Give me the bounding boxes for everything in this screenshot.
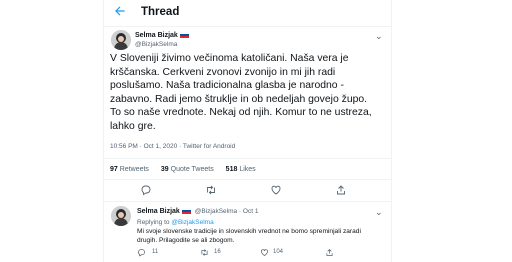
- tweet-stats: 97 Retweets 39 Quote Tweets 518 Likes: [110, 166, 266, 173]
- slovenia-flag-icon: [181, 208, 191, 215]
- retweets-label: Retweets: [119, 166, 149, 173]
- page-title: Thread: [141, 6, 180, 18]
- reply-handle-date[interactable]: @BizjakSelma · Oct 1: [195, 208, 259, 215]
- quotes-stat[interactable]: 39 Quote Tweets: [161, 166, 214, 173]
- retweet-count: 16: [214, 249, 221, 255]
- like-icon[interactable]: [260, 248, 269, 257]
- reply-text: Mi svoje slovenske tradicije in slovensk…: [137, 228, 361, 244]
- replying-to: Replying to @BizjakSelma: [137, 219, 214, 226]
- like-icon[interactable]: [270, 184, 282, 196]
- likes-count: 518: [225, 166, 238, 173]
- quotes-count: 39: [160, 166, 169, 173]
- like-count: 104: [273, 249, 284, 255]
- replying-to-label: Replying to: [137, 219, 170, 226]
- thread-column: Thread Selma Bizjak @BizjakSelma ⌄ V Slo…: [103, 0, 392, 262]
- replying-to-handle[interactable]: @BizjakSelma: [171, 219, 213, 226]
- retweet-icon[interactable]: [205, 184, 217, 196]
- author-name[interactable]: Selma Bizjak: [135, 32, 189, 39]
- share-icon[interactable]: [335, 184, 347, 196]
- divider: [104, 179, 391, 180]
- retweets-count: 97: [110, 166, 118, 173]
- likes-stat[interactable]: 518 Likes: [226, 166, 256, 173]
- share-icon[interactable]: [325, 248, 334, 257]
- likes-label: Likes: [239, 166, 256, 173]
- reply-icon[interactable]: [140, 184, 152, 196]
- divider: [104, 201, 391, 202]
- chevron-down-icon[interactable]: ⌄: [375, 31, 383, 42]
- tweet-text: V Sloveniji živimo večinoma katoličani. …: [110, 53, 372, 132]
- back-arrow-icon[interactable]: [113, 4, 129, 20]
- retweets-stat[interactable]: 97 Retweets: [110, 166, 149, 173]
- author-handle[interactable]: @BizjakSelma: [135, 41, 177, 48]
- avatar[interactable]: [111, 30, 131, 50]
- quotes-label: Quote Tweets: [170, 166, 214, 173]
- author-name-text: Selma Bizjak: [135, 32, 178, 39]
- tweet-meta[interactable]: 10:56 PM · Oct 1, 2020 · Twitter for And…: [110, 143, 235, 150]
- slovenia-flag-icon: [179, 32, 189, 39]
- reply-count: 11: [152, 249, 159, 255]
- chevron-down-icon[interactable]: ⌄: [375, 207, 383, 218]
- divider: [104, 158, 391, 159]
- thread-header: Thread: [104, 0, 391, 27]
- retweet-icon[interactable]: [200, 248, 209, 257]
- avatar[interactable]: [111, 206, 131, 226]
- reply-author-name-text: Selma Bizjak: [137, 208, 180, 215]
- reply-author-name[interactable]: Selma Bizjak @BizjakSelma · Oct 1: [137, 208, 258, 215]
- reply-icon[interactable]: [137, 248, 146, 257]
